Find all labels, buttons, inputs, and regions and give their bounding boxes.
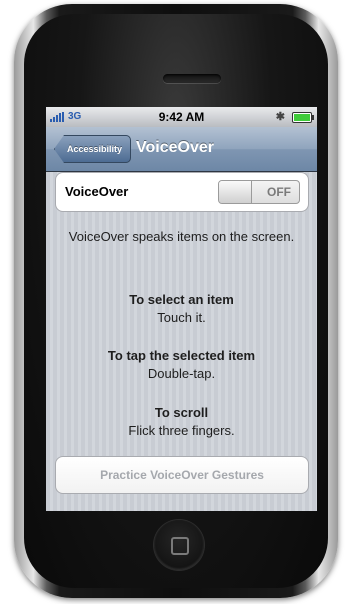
instruction-detail-scroll: Flick three fingers.: [128, 423, 235, 438]
toggle-state-label: OFF: [267, 185, 291, 199]
home-button-icon[interactable]: [154, 520, 204, 570]
voiceover-label: VoiceOver: [65, 184, 129, 199]
bluetooth-icon: ✱: [275, 111, 285, 123]
instruction-detail-tap: Double-tap.: [147, 366, 216, 381]
status-bar: 3G 9:42 AM ✱: [46, 107, 317, 127]
voiceover-toggle[interactable]: OFF: [218, 180, 300, 204]
back-button-accessibility[interactable]: Accessibility: [54, 135, 132, 163]
settings-content: VoiceOver OFF VoiceOver speaks items on …: [46, 172, 317, 511]
instruction-heading-select: To select an item: [129, 292, 234, 307]
page-title: VoiceOver: [136, 139, 214, 156]
voiceover-setting-cell: VoiceOver OFF: [55, 172, 309, 212]
home-square-icon: [171, 537, 189, 555]
instruction-heading-scroll: To scroll: [154, 405, 209, 420]
practice-gestures-button[interactable]: Practice VoiceOver Gestures: [55, 456, 309, 494]
instruction-detail-select: Touch it.: [157, 310, 206, 325]
voiceover-description: VoiceOver speaks items on the screen.: [68, 229, 295, 244]
toggle-knob[interactable]: [219, 181, 252, 203]
navigation-bar: Accessibility VoiceOver: [46, 127, 317, 172]
instruction-heading-tap: To tap the selected item: [107, 348, 256, 363]
earpiece-speaker: [163, 74, 221, 83]
battery-level: [294, 114, 310, 121]
screen: 3G 9:42 AM ✱ Accessibility VoiceOver Voi…: [46, 107, 317, 511]
battery-icon: [292, 112, 314, 123]
